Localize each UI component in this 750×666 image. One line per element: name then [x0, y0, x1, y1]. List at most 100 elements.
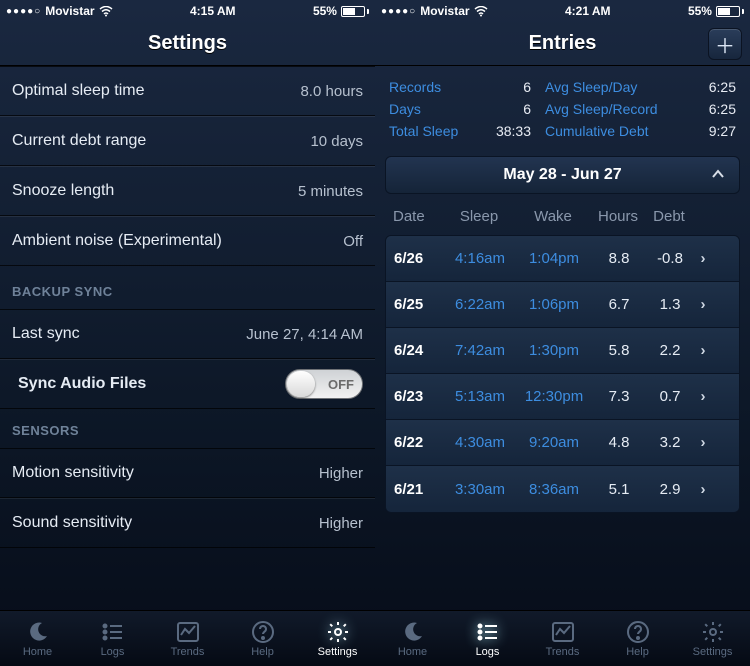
stat-cum-value: 9:27: [688, 123, 736, 139]
row-label: Current debt range: [12, 132, 146, 150]
row-optimal-sleep[interactable]: Optimal sleep time 8.0 hours: [0, 66, 375, 116]
tab-label: Help: [626, 646, 649, 658]
row-debt-range[interactable]: Current debt range 10 days: [0, 116, 375, 166]
row-label: Ambient noise (Experimental): [12, 232, 222, 250]
plus-icon: ＋: [715, 30, 735, 59]
row-motion-sensitivity[interactable]: Motion sensitivity Higher: [0, 448, 375, 498]
status-bar: ●●●●○ Movistar 4:15 AM 55%: [0, 0, 375, 22]
cell-date: 6/22: [394, 434, 444, 451]
cell-date: 6/24: [394, 342, 444, 359]
row-label: Motion sensitivity: [12, 464, 134, 482]
row-ambient-noise[interactable]: Ambient noise (Experimental) Off: [0, 216, 375, 266]
tab-settings[interactable]: Settings: [675, 611, 750, 666]
row-label: Optimal sleep time: [12, 82, 145, 100]
add-entry-button[interactable]: ＋: [708, 28, 742, 60]
tab-logs[interactable]: Logs: [75, 611, 150, 666]
settings-phone: ●●●●○ Movistar 4:15 AM 55% Settings Opti…: [0, 0, 375, 666]
col-debt: Debt: [645, 208, 693, 225]
cell-wake: 1:04pm: [516, 250, 592, 267]
cell-sleep: 6:22am: [444, 296, 516, 313]
row-last-sync[interactable]: Last sync June 27, 4:14 AM: [0, 309, 375, 359]
stats-block: Records 6 Avg Sleep/Day 6:25 Days 6 Avg …: [375, 66, 750, 150]
table-row[interactable]: 6/247:42am1:30pm5.82.2›: [386, 328, 739, 374]
table-row[interactable]: 6/213:30am8:36am5.12.9›: [386, 466, 739, 512]
cell-wake: 1:30pm: [516, 342, 592, 359]
col-date: Date: [393, 208, 443, 225]
cell-hours: 8.8: [592, 250, 646, 267]
section-sensors: SENSORS: [0, 409, 375, 448]
row-value: 5 minutes: [298, 183, 363, 200]
tab-home[interactable]: Home: [375, 611, 450, 666]
section-backup-sync: BACKUP SYNC: [0, 270, 375, 309]
tab-help[interactable]: Help: [225, 611, 300, 666]
table-row[interactable]: 6/256:22am1:06pm6.71.3›: [386, 282, 739, 328]
settings-navbar: Settings: [0, 22, 375, 66]
page-title: Settings: [148, 32, 227, 55]
cell-wake: 8:36am: [516, 481, 592, 498]
stat-total-value: 38:33: [485, 123, 531, 139]
cell-debt: 2.2: [646, 342, 694, 359]
tab-help[interactable]: Help: [600, 611, 675, 666]
cell-sleep: 5:13am: [444, 388, 516, 405]
cell-debt: 3.2: [646, 434, 694, 451]
row-value: 8.0 hours: [300, 83, 363, 100]
tab-home[interactable]: Home: [0, 611, 75, 666]
table-row[interactable]: 6/224:30am9:20am4.83.2›: [386, 420, 739, 466]
tab-label: Settings: [693, 646, 733, 658]
col-hours: Hours: [591, 208, 645, 225]
stat-records-value: 6: [485, 79, 531, 95]
tab-trends[interactable]: Trends: [525, 611, 600, 666]
status-time: 4:21 AM: [565, 4, 611, 18]
cell-hours: 6.7: [592, 296, 646, 313]
col-wake: Wake: [515, 208, 591, 225]
carrier-label: Movistar: [45, 4, 94, 18]
row-sound-sensitivity[interactable]: Sound sensitivity Higher: [0, 498, 375, 548]
date-range-selector[interactable]: May 28 - Jun 27: [385, 156, 740, 194]
cell-debt: 1.3: [646, 296, 694, 313]
battery-icon: [716, 6, 744, 17]
stat-avgday-label: Avg Sleep/Day: [531, 79, 688, 95]
battery-pct-label: 55%: [313, 4, 337, 18]
stat-cum-label: Cumulative Debt: [531, 123, 688, 139]
table-row[interactable]: 6/264:16am1:04pm8.8-0.8›: [386, 236, 739, 282]
moon-icon: [26, 620, 50, 644]
cell-sleep: 3:30am: [444, 481, 516, 498]
help-icon: [251, 620, 275, 644]
cell-wake: 9:20am: [516, 434, 592, 451]
toggle-state-label: OFF: [328, 377, 354, 392]
stat-days-value: 6: [485, 101, 531, 117]
date-range-label: May 28 - Jun 27: [503, 166, 621, 184]
gear-icon: [701, 620, 725, 644]
sync-audio-toggle[interactable]: OFF: [285, 369, 363, 399]
cell-hours: 5.8: [592, 342, 646, 359]
tab-label: Trends: [546, 646, 580, 658]
cell-date: 6/25: [394, 296, 444, 313]
tab-trends[interactable]: Trends: [150, 611, 225, 666]
row-label: Sync Audio Files: [12, 375, 146, 393]
stat-avgrec-value: 6:25: [688, 101, 736, 117]
stat-avgrec-label: Avg Sleep/Record: [531, 101, 688, 117]
list-icon: [476, 620, 500, 644]
tab-logs[interactable]: Logs: [450, 611, 525, 666]
table-header: Date Sleep Wake Hours Debt: [385, 202, 740, 235]
chevron-right-icon: ›: [694, 481, 712, 498]
row-value: 10 days: [310, 133, 363, 150]
cell-sleep: 7:42am: [444, 342, 516, 359]
chevron-up-icon: [711, 166, 725, 184]
tab-label: Home: [23, 646, 52, 658]
signal-dots-icon: ●●●●○: [6, 6, 41, 17]
trends-icon: [176, 620, 200, 644]
cell-wake: 1:06pm: [516, 296, 592, 313]
row-value: Off: [343, 233, 363, 250]
cell-debt: -0.8: [646, 250, 694, 267]
row-value: Higher: [319, 465, 363, 482]
cell-date: 6/23: [394, 388, 444, 405]
stat-avgday-value: 6:25: [688, 79, 736, 95]
tab-settings[interactable]: Settings: [300, 611, 375, 666]
chevron-right-icon: ›: [694, 434, 712, 451]
tab-label: Home: [398, 646, 427, 658]
row-snooze[interactable]: Snooze length 5 minutes: [0, 166, 375, 216]
signal-dots-icon: ●●●●○: [381, 6, 416, 17]
table-row[interactable]: 6/235:13am12:30pm7.30.7›: [386, 374, 739, 420]
tab-label: Trends: [171, 646, 205, 658]
